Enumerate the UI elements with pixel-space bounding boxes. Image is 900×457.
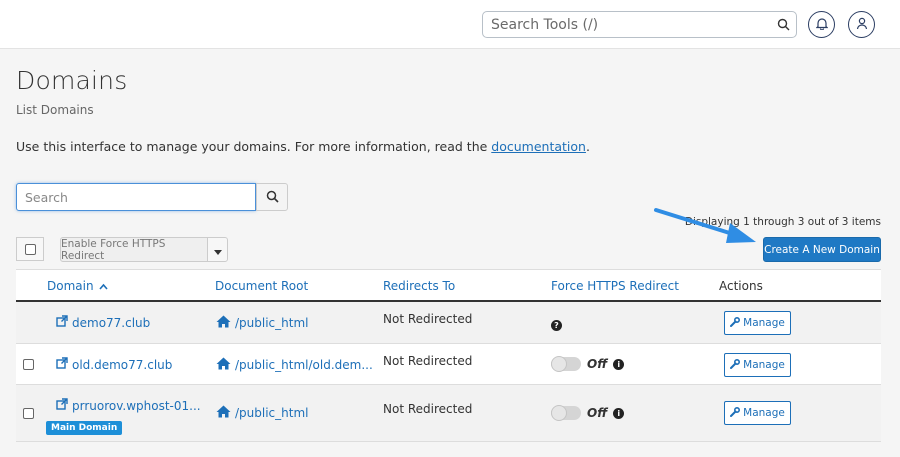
enable-force-https-button[interactable]: Enable Force HTTPS Redirect (60, 237, 208, 262)
sort-ascending-icon (97, 279, 109, 293)
docroot-path: /public_html/old.dem... (235, 358, 373, 372)
column-force-https[interactable]: Force HTTPS Redirect (551, 279, 679, 293)
top-bar (0, 0, 900, 49)
intro-sentence: Use this interface to manage your domain… (16, 139, 492, 154)
external-link-icon (56, 398, 68, 413)
column-redirects-to[interactable]: Redirects To (383, 279, 455, 293)
force-https-toggle[interactable] (551, 356, 581, 372)
redirect-status: Not Redirected (383, 312, 473, 326)
manage-label: Manage (743, 359, 785, 371)
create-new-domain-button[interactable]: Create A New Domain (763, 237, 881, 262)
column-document-root[interactable]: Document Root (215, 279, 308, 293)
toggle-state-label: Off (587, 406, 608, 420)
force-https-control: Off i (551, 405, 625, 421)
row-checkbox[interactable] (23, 359, 34, 370)
row-checkbox[interactable] (23, 408, 34, 419)
table-row: prruorov.wphost-01... Main Domain /publi… (16, 385, 881, 442)
docroot-path: /public_html (235, 316, 309, 330)
docroot-link[interactable]: /public_html (216, 315, 308, 331)
documentation-link[interactable]: documentation (491, 139, 586, 154)
bell-icon (815, 15, 828, 34)
domain-search-input[interactable] (17, 184, 255, 210)
column-domain[interactable]: Domain (47, 279, 109, 293)
force-https-dropdown-toggle[interactable] (207, 237, 228, 262)
user-icon (856, 15, 868, 34)
caret-down-icon (213, 240, 222, 259)
search-button[interactable] (256, 183, 288, 211)
search-icon (266, 188, 279, 207)
table-header: Domain Document Root Redirects To Force … (16, 269, 881, 302)
domain-name: demo77.club (72, 315, 151, 330)
redirect-status: Not Redirected (383, 402, 473, 416)
force-https-toggle[interactable] (551, 405, 581, 421)
manage-button[interactable]: Manage (724, 353, 791, 377)
external-link-icon (56, 357, 68, 372)
domain-link[interactable]: prruorov.wphost-01... (56, 398, 201, 413)
domains-table: Domain Document Root Redirects To Force … (16, 269, 881, 442)
manage-button[interactable]: Manage (724, 401, 791, 425)
redirect-status: Not Redirected (383, 354, 473, 368)
domain-name: prruorov.wphost-01... (72, 398, 201, 413)
wrench-icon (730, 406, 741, 420)
info-icon[interactable]: i (613, 358, 625, 370)
intro-period: . (585, 139, 590, 154)
manage-label: Manage (743, 317, 785, 329)
manage-label: Manage (743, 407, 785, 419)
toggle-state-label: Off (587, 357, 608, 371)
page-subtitle: List Domains (16, 103, 94, 117)
tool-search-input[interactable] (483, 12, 770, 37)
manage-button[interactable]: Manage (724, 311, 791, 335)
docroot-link[interactable]: /public_html (216, 405, 308, 421)
home-icon (216, 357, 231, 373)
wrench-icon (730, 358, 741, 372)
column-actions: Actions (719, 279, 763, 293)
table-row: demo77.club /public_html Not Redirected … (16, 302, 881, 344)
domain-name: old.demo77.club (72, 357, 173, 372)
table-row: old.demo77.club /public_html/old.dem... … (16, 344, 881, 385)
annotation-arrow-icon (654, 208, 756, 243)
column-domain-label: Domain (47, 279, 94, 293)
search-icon[interactable] (770, 18, 796, 31)
intro-text: Use this interface to manage your domain… (16, 139, 590, 154)
checkbox-box (24, 243, 36, 255)
user-menu-button[interactable] (848, 11, 875, 38)
main-domain-badge: Main Domain (46, 421, 123, 435)
notifications-button[interactable] (808, 11, 835, 38)
select-all-checkbox[interactable] (16, 237, 44, 261)
help-icon[interactable]: ? (551, 317, 562, 331)
domain-search-box[interactable] (16, 183, 256, 211)
domain-link[interactable]: old.demo77.club (56, 357, 172, 372)
tool-search-box[interactable] (482, 11, 797, 38)
domain-link[interactable]: demo77.club (56, 315, 150, 330)
external-link-icon (56, 315, 68, 330)
page-title: Domains (16, 66, 128, 95)
home-icon (216, 405, 231, 421)
docroot-link[interactable]: /public_html/old.dem... (216, 357, 373, 373)
wrench-icon (730, 316, 741, 330)
force-https-control: Off i (551, 356, 625, 372)
docroot-path: /public_html (235, 406, 309, 420)
info-icon[interactable]: i (613, 407, 625, 419)
home-icon (216, 315, 231, 331)
